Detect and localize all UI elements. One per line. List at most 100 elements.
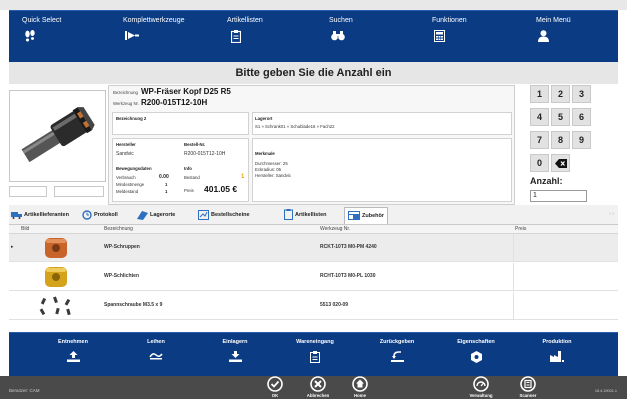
production-icon: [550, 351, 564, 362]
lagerort-label: Lagerort: [255, 116, 273, 121]
tab-protokoll[interactable]: Protokoll: [82, 207, 118, 224]
tab-label: Zubehör: [362, 213, 384, 219]
anzahl-label: Anzahl:: [530, 176, 563, 186]
row-bezeichnung: Spannschraube M3.5 x 9: [104, 302, 163, 308]
truck-icon: [11, 211, 22, 219]
action-leihen-button[interactable]: Leihen: [126, 339, 186, 360]
bestand-value: 1: [241, 174, 245, 180]
action-label: Entnehmen: [58, 339, 88, 345]
hersteller-value: Sandvic: [116, 151, 134, 157]
top-menu-bar: Quick Select Komplettwerkzeuge Artikelli…: [9, 10, 618, 62]
merkmale-label: Merkmale: [255, 151, 275, 156]
numpad-key-1[interactable]: 1: [530, 85, 549, 103]
article-detail-panel: Bezeichnung WP-Fräser Kopf D25 R5 Werkze…: [108, 85, 515, 205]
calculator-icon: [434, 30, 445, 42]
numpad-key-5[interactable]: 5: [551, 108, 570, 126]
tab-label: Lagerorte: [150, 212, 176, 218]
numpad-key-6[interactable]: 6: [572, 108, 591, 126]
action-zurueckgeben-button[interactable]: Zurückgeben: [367, 339, 427, 362]
menu-mein-menue[interactable]: Mein Menü: [536, 17, 571, 57]
menu-funktionen[interactable]: Funktionen: [432, 17, 467, 57]
row-preis: [513, 263, 618, 291]
check-circle-icon: [267, 376, 283, 392]
verwaltung-label: Verwaltung: [469, 393, 493, 398]
abbrechen-button[interactable]: Abbrechen: [298, 376, 338, 398]
row-selected-marker: ▸: [11, 244, 14, 250]
tool-assembly-icon: [125, 31, 139, 40]
image-caption-left: [9, 186, 47, 197]
tab-scroll-arrows[interactable]: ‹ ›: [609, 211, 614, 217]
numpad-key-8[interactable]: 8: [551, 131, 570, 149]
row-bezeichnung: WP-Schruppen: [104, 244, 140, 250]
user-icon: [538, 30, 549, 42]
action-wareneingang-button[interactable]: Wareneingang: [285, 339, 345, 363]
action-einlagern-button[interactable]: Einlagern: [205, 339, 265, 362]
numpad-key-9[interactable]: 9: [572, 131, 591, 149]
bestand-label: Bestand: [184, 175, 200, 180]
action-produktion-button[interactable]: Produktion: [527, 339, 587, 362]
abbrechen-label: Abbrechen: [306, 393, 330, 398]
mindestmenge-value: 1: [165, 182, 168, 187]
insert-gold-image: [45, 267, 67, 287]
anzahl-input[interactable]: 1: [530, 190, 587, 202]
bestell-nr-label: Bestell-Nr.: [184, 142, 206, 147]
bestell-nr-value: R200-015T12-10H: [184, 151, 226, 157]
menu-label: Funktionen: [432, 17, 467, 24]
menu-quick-select[interactable]: Quick Select: [22, 17, 61, 57]
preis-label: Preis: [184, 188, 194, 193]
numpad-key-0[interactable]: 0: [530, 154, 549, 172]
bewegungsdaten-label: Bewegungsdaten: [116, 166, 152, 171]
numpad-key-4[interactable]: 4: [530, 108, 549, 126]
table-row[interactable]: Spannschraube M3.5 x 9 5513 020-09: [9, 292, 618, 320]
action-entnehmen-button[interactable]: Entnehmen: [43, 339, 103, 362]
tab-bestellscheine[interactable]: Bestellscheine: [198, 207, 250, 224]
numpad-key-2[interactable]: 2: [551, 85, 570, 103]
return-icon: [390, 351, 404, 362]
home-button[interactable]: Home: [340, 376, 380, 398]
menu-suchen[interactable]: Suchen: [329, 17, 353, 57]
tab-artikellisten[interactable]: Artikellisten: [284, 207, 326, 224]
menu-komplettwerkzeuge[interactable]: Komplettwerkzeuge: [123, 17, 184, 57]
scanner-button[interactable]: Scanner: [508, 376, 548, 398]
column-header-werkzeug-nr: Werkzeug Nr.: [320, 226, 351, 232]
stammdaten-box: Hersteller Sandvic Bestell-Nr. R200-015T…: [112, 138, 249, 202]
history-icon: [82, 209, 92, 220]
numpad-key-3[interactable]: 3: [572, 85, 591, 103]
meldestand-value: 1: [165, 189, 168, 194]
verwaltung-button[interactable]: Verwaltung: [461, 376, 501, 398]
table-row[interactable]: ▸ WP-Schruppen RCKT-10T3 M0-PM 4240: [9, 234, 618, 262]
milling-head-image: [21, 107, 95, 163]
detail-tabs: Artikellieferanten Protokoll Lagerorte B…: [9, 205, 618, 225]
merkmal-item: Eckradius: 05: [255, 167, 282, 172]
menu-artikellisten[interactable]: Artikellisten: [227, 17, 263, 57]
scanner-icon: [520, 376, 536, 392]
insert-orange-image: [45, 238, 67, 258]
ok-button[interactable]: OK: [255, 376, 295, 398]
verbrauch-value: 0.00: [159, 174, 169, 180]
numpad-backspace-button[interactable]: [551, 154, 570, 172]
menu-label: Quick Select: [22, 17, 62, 24]
tab-artikellieferanten[interactable]: Artikellieferanten: [11, 207, 69, 224]
action-label: Einlagern: [222, 339, 248, 345]
table-row[interactable]: WP-Schlichten RCHT-10T3 M0-PL 1030: [9, 263, 618, 291]
tab-zubehoer[interactable]: Zubehör: [344, 207, 388, 224]
bezeichnung-label: Bezeichnung: [113, 90, 138, 95]
mindestmenge-label: Mindestmenge: [116, 182, 145, 187]
properties-icon: [470, 351, 482, 363]
column-header-bild: Bild: [21, 226, 30, 232]
werkzeug-nr-value: R200-015T12-10H: [141, 98, 208, 107]
bezeichnung2-box: Bezeichnung 2: [112, 112, 249, 135]
lagerort-value: S1 » Schrank01 » Schublade16 » Fach22: [255, 124, 335, 129]
action-eigenschaften-button[interactable]: Eigenschaften: [446, 339, 506, 363]
lagerort-box: Lagerort S1 » Schrank01 » Schublade16 » …: [252, 112, 512, 135]
screws-image: [39, 296, 71, 316]
column-header-bezeichnung: Bezeichnung: [104, 226, 133, 232]
lend-icon: [149, 353, 163, 360]
clipboard-icon: [231, 30, 241, 43]
bezeichnung-value: WP-Fräser Kopf D25 R5: [141, 87, 231, 96]
row-preis: [513, 292, 618, 320]
numpad-key-7[interactable]: 7: [530, 131, 549, 149]
tab-label: Bestellscheine: [211, 212, 250, 218]
tab-lagerorte[interactable]: Lagerorte: [137, 207, 175, 224]
grid-header: Bild Bezeichnung Werkzeug Nr. Preis: [9, 225, 618, 234]
